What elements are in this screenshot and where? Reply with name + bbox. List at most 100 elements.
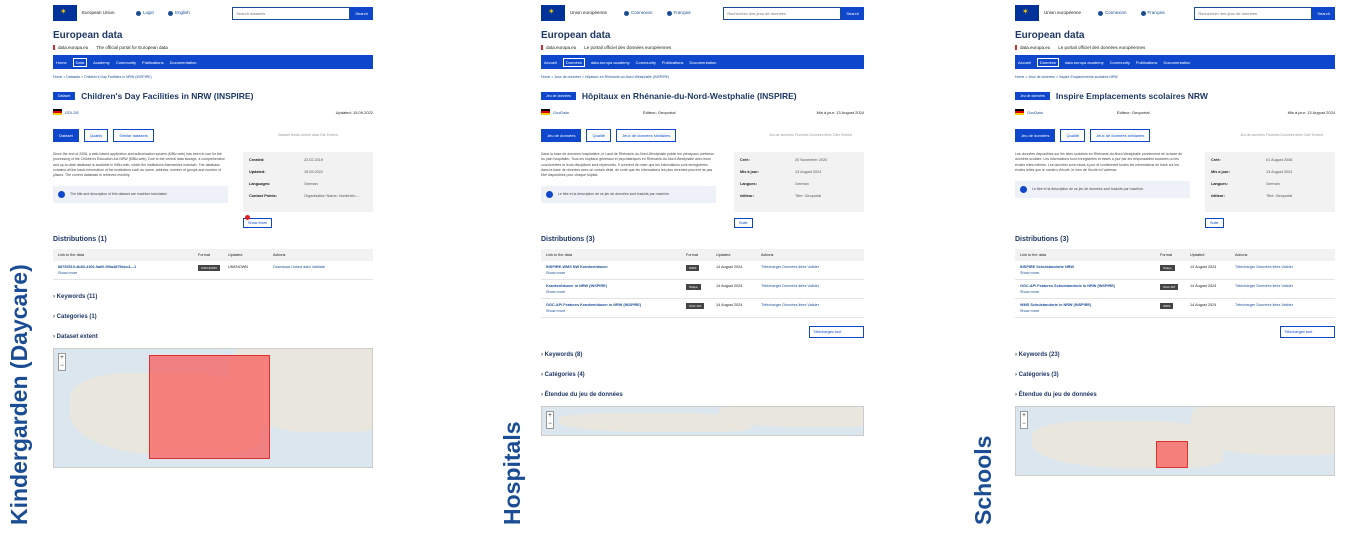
search-button[interactable]: Search xyxy=(350,6,373,20)
accordion-section[interactable]: › Étendue du jeu de données xyxy=(541,392,864,398)
nav-item[interactable]: Documentation xyxy=(689,60,716,65)
updated-date: 14 August 2024 xyxy=(716,265,743,269)
accordion-section[interactable]: › Keywords (11) xyxy=(53,294,373,300)
germany-flag-icon xyxy=(53,109,62,115)
show-more-link[interactable]: Show more xyxy=(58,271,198,275)
show-more-link[interactable]: Show more xyxy=(546,271,686,275)
dataset-tab[interactable]: Jeu de données xyxy=(1015,129,1056,142)
dataset-tab[interactable]: Quality xyxy=(83,129,109,142)
distribution-link[interactable]: Krankenhäuser in NRW (INSPIRE) xyxy=(546,284,607,288)
language-selector[interactable]: Français xyxy=(666,10,691,16)
row-actions[interactable]: Télécharger Données liées Valider xyxy=(1235,284,1293,288)
category-label-kindergarden: Kindergarden (Daycare) xyxy=(6,264,32,525)
catalog-link[interactable]: GovData xyxy=(1027,110,1087,115)
language-selector[interactable]: English xyxy=(168,10,190,16)
row-actions[interactable]: Télécharger Données liées Valider xyxy=(761,303,819,307)
distribution-link[interactable]: OGC-API Features Krankenhäuser in NRW (I… xyxy=(546,303,641,307)
dataset-extent-map[interactable]: + − xyxy=(53,348,373,468)
distribution-link[interactable]: WMS Schulstandorte in NRW (INSPIRE) xyxy=(1020,303,1091,307)
dataset-actions[interactable]: Jeu de données Fournies Données liées Ci… xyxy=(769,133,864,139)
map-zoom-control[interactable]: + − xyxy=(58,353,66,371)
accordion-section[interactable]: › Categories (1) xyxy=(53,314,373,320)
breadcrumb[interactable]: Home > Jeux de données > Inspire Emplace… xyxy=(1015,75,1335,79)
distribution-link[interactable]: INSPIRE Schulstandorte NRW xyxy=(1020,265,1074,269)
nav-item[interactable]: Community xyxy=(1110,60,1130,65)
portal-url[interactable]: data.europa.eu xyxy=(1015,45,1050,50)
portal-url[interactable]: data.europa.eu xyxy=(541,45,576,50)
user-icon xyxy=(1098,10,1103,16)
show-more-link[interactable]: Show more xyxy=(1020,290,1160,294)
login-link[interactable]: Connexion xyxy=(624,10,653,16)
dataset-actions[interactable]: Dataset feeds Linked data Cite Embed xyxy=(278,133,373,139)
search-input[interactable] xyxy=(232,6,351,20)
nav-item[interactable]: Academy xyxy=(93,60,110,65)
language-selector[interactable]: Français xyxy=(1140,10,1165,16)
accordion-section[interactable]: › Catégories (3) xyxy=(1015,372,1335,378)
dataset-tab[interactable]: Jeux de données similaires xyxy=(616,129,677,142)
search-input[interactable] xyxy=(723,6,842,20)
row-actions[interactable]: Télécharger Données liées Valider xyxy=(1235,303,1293,307)
show-more-button[interactable]: Suite xyxy=(1205,218,1224,228)
dataset-tab[interactable]: Qualité xyxy=(586,129,612,142)
updated-date: Mis à jour: 13 August 2024 xyxy=(1287,109,1335,115)
distribution-link[interactable]: 88752510-4b83-4106-9a60-f00a4879bec4---1 xyxy=(58,265,136,269)
dataset-tab[interactable]: Jeu de données xyxy=(541,129,582,142)
portal-url[interactable]: data.europa.eu xyxy=(53,45,88,50)
dataset-extent-map[interactable]: + − xyxy=(1015,406,1335,476)
nav-item[interactable]: Community xyxy=(636,60,656,65)
row-actions[interactable]: Télécharger Données liées Valider xyxy=(761,265,819,269)
nav-item[interactable]: Documentation xyxy=(1163,60,1190,65)
dataset-tab[interactable]: Jeux de données similaires xyxy=(1090,129,1151,142)
search-button[interactable]: Search xyxy=(841,6,864,20)
nav-item[interactable]: Community xyxy=(116,60,136,65)
show-more-link[interactable]: Show more xyxy=(1020,309,1160,313)
row-actions[interactable]: Télécharger Données liées Valider xyxy=(761,284,819,288)
nav-item[interactable]: Data xyxy=(72,57,88,67)
eu-flag-logo[interactable] xyxy=(1015,5,1039,21)
accordion-section[interactable]: › Étendue du jeu de données xyxy=(1015,392,1335,398)
show-more-button[interactable]: Suite xyxy=(734,218,753,228)
download-all-button[interactable]: Téléchargez tout xyxy=(809,326,864,338)
breadcrumb[interactable]: Home > Jeux de données > Hôpitaux en Rhé… xyxy=(541,75,864,79)
login-link[interactable]: Connexion xyxy=(1098,10,1127,16)
catalog-link[interactable]: GovData xyxy=(553,110,613,115)
distribution-link[interactable]: OGC-API Features Schulstandorte in NRW (… xyxy=(1020,284,1115,288)
nav-item[interactable]: Documentation xyxy=(170,60,197,65)
dataset-actions[interactable]: Jeu de données Fournies Données liées Ci… xyxy=(1240,133,1335,139)
accordion-section[interactable]: › Keywords (23) xyxy=(1015,352,1335,358)
dataset-tab[interactable]: Dataset xyxy=(53,129,79,142)
nav-item[interactable]: Publications xyxy=(662,60,684,65)
nav-item[interactable]: Données xyxy=(1036,57,1059,67)
map-zoom-control[interactable]: + − xyxy=(1020,411,1028,429)
search-input[interactable] xyxy=(1194,6,1313,20)
download-all-button[interactable]: Téléchargez tout xyxy=(1280,326,1335,338)
accordion-section[interactable]: › Dataset extent xyxy=(53,334,373,340)
eu-flag-logo[interactable] xyxy=(541,5,565,21)
eu-flag-logo[interactable] xyxy=(53,5,77,21)
nav-item[interactable]: Accueil xyxy=(544,60,557,65)
nav-item[interactable]: data.europa academy xyxy=(1065,60,1104,65)
nav-item[interactable]: Publications xyxy=(1136,60,1158,65)
accordion-section[interactable]: › Keywords (8) xyxy=(541,352,864,358)
catalog-link[interactable]: GDI-DE xyxy=(65,110,125,115)
distribution-link[interactable]: INSPIRE-WMS NW Krankenhäuser xyxy=(546,265,608,269)
nav-item[interactable]: Données xyxy=(562,57,585,67)
search-button[interactable]: Search xyxy=(1312,6,1335,20)
dataset-tab[interactable]: Similar datasets xyxy=(113,129,154,142)
nav-item[interactable]: Accueil xyxy=(1018,60,1031,65)
show-more-link[interactable]: Show more xyxy=(546,290,686,294)
nav-item[interactable]: Publications xyxy=(142,60,164,65)
accordion-section[interactable]: › Catégories (4) xyxy=(541,372,864,378)
breadcrumb[interactable]: Home > Datasets > Children's Day Facilit… xyxy=(53,75,373,79)
nav-item[interactable]: data.europa academy xyxy=(591,60,630,65)
login-link[interactable]: Login xyxy=(136,10,154,16)
meta-value: Titre: Geoportal xyxy=(1266,194,1293,198)
row-actions[interactable]: Télécharger Données liées Valider xyxy=(1235,265,1293,269)
nav-item[interactable]: Home xyxy=(56,60,67,65)
show-more-link[interactable]: Show more xyxy=(546,309,686,313)
row-actions[interactable]: Download Linked data Validate xyxy=(273,265,325,269)
dataset-tab[interactable]: Qualité xyxy=(1060,129,1086,142)
show-more-link[interactable]: Show more xyxy=(1020,271,1160,275)
map-zoom-control[interactable]: + − xyxy=(546,411,554,429)
dataset-extent-map[interactable]: + − xyxy=(541,406,864,436)
